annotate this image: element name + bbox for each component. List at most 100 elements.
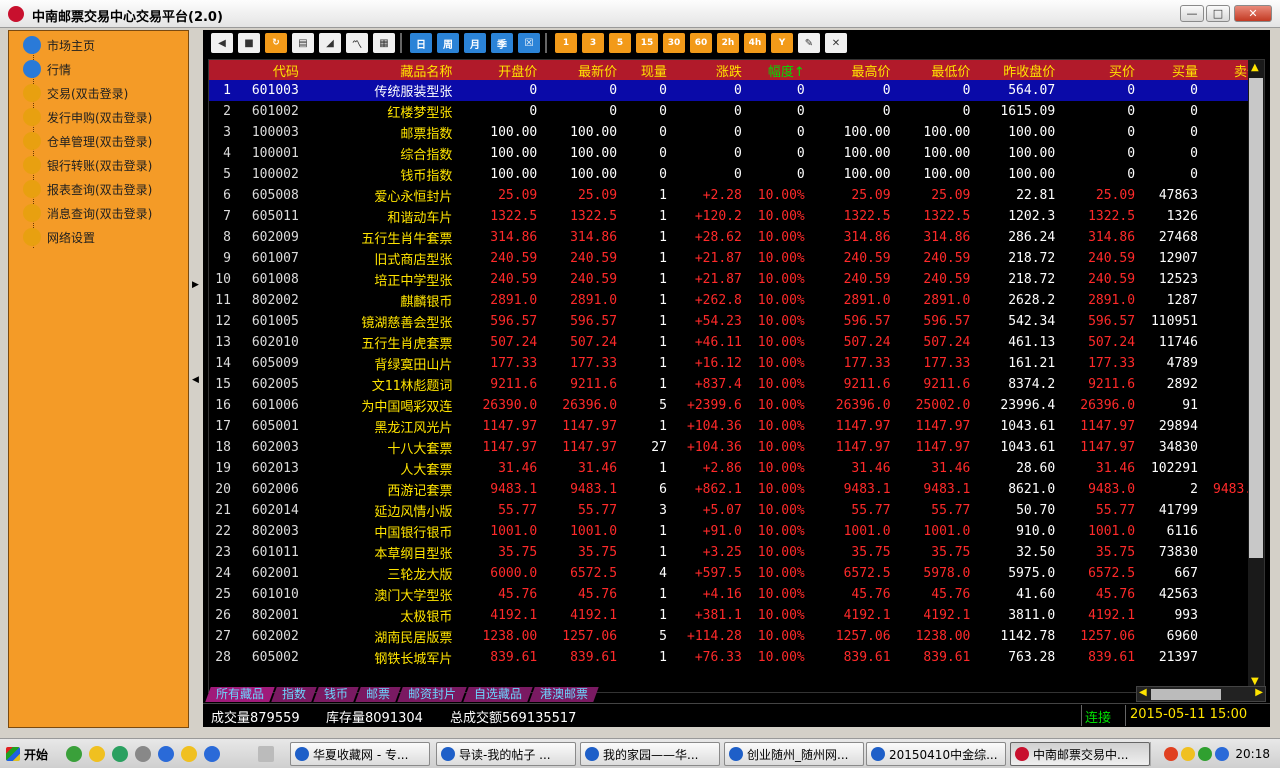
app-icon[interactable] — [112, 746, 128, 762]
refresh-icon[interactable]: ↻ — [265, 33, 287, 53]
day-icon[interactable]: 日 — [410, 33, 432, 53]
taskbar-item[interactable]: 华夏收藏网 - 专... — [290, 742, 430, 766]
sidebar-item-2[interactable]: 交易(双击登录) — [23, 82, 128, 104]
column-header[interactable]: 最低价 — [894, 60, 975, 80]
table-row[interactable]: 7 605011 和谐动车片 1322.5 1322.5 1 +120.2 10.00% 132… — [209, 206, 1264, 227]
tab-0[interactable]: 所有藏品 — [205, 687, 275, 702]
table-row[interactable]: 28 605002 钢铁长城军片 839.61 839.61 1 +76.33 10.00% 8… — [209, 647, 1264, 668]
collapse-arrow-icon[interactable]: ▶ — [192, 280, 199, 290]
table-row[interactable]: 11 802002 麒麟银币 2891.0 2891.0 1 +262.8 10.00% 289… — [209, 290, 1264, 311]
tools-icon[interactable]: ✕ — [825, 33, 847, 53]
sidebar-item-0[interactable]: 市场主页 — [23, 34, 95, 56]
year-icon[interactable]: ☒ — [518, 33, 540, 53]
table-row[interactable]: 18 602003 十八大套票 1147.97 1147.97 27 +104.36 10.0… — [209, 437, 1264, 458]
table-row[interactable]: 25 601010 澳门大学型张 45.76 45.76 1 +4.16 10.00% 45.7… — [209, 584, 1264, 605]
scroll-right-icon[interactable]: ▶ — [1255, 687, 1263, 698]
tray-icon[interactable] — [1164, 747, 1179, 761]
pencil-icon[interactable]: ✎ — [798, 33, 820, 53]
period-2h-icon[interactable]: 2h — [717, 33, 739, 53]
show-desktop-icon[interactable] — [258, 746, 274, 762]
period-3-icon[interactable]: 3 — [582, 33, 604, 53]
scroll-up-icon[interactable]: ▲ — [1251, 62, 1259, 73]
period-4h-icon[interactable]: 4h — [744, 33, 766, 53]
expand-arrow-icon[interactable]: ◀ — [192, 375, 199, 385]
column-header[interactable]: 开盘价 — [456, 60, 542, 80]
column-header[interactable]: 最新价 — [541, 60, 622, 80]
calendar-icon[interactable]: ▦ — [373, 33, 395, 53]
table-row[interactable]: 19 602013 人大套票 31.46 31.46 1 +2.86 10.00% 31.46 3… — [209, 458, 1264, 479]
clipboard-icon[interactable]: ▤ — [292, 33, 314, 53]
qq-icon[interactable] — [181, 746, 197, 762]
table-row[interactable]: 24 602001 三轮龙大版 6000.0 6572.5 4 +597.5 10.00% 65… — [209, 563, 1264, 584]
tab-3[interactable]: 邮票 — [355, 687, 401, 702]
tab-6[interactable]: 港澳邮票 — [529, 687, 599, 702]
maximize-button[interactable]: □ — [1206, 5, 1230, 22]
month-icon[interactable]: 月 — [464, 33, 486, 53]
close-button[interactable]: ✕ — [1234, 5, 1272, 22]
column-header[interactable]: 现量 — [621, 60, 671, 80]
column-header[interactable]: 藏品名称 — [302, 60, 457, 80]
table-row[interactable]: 5 100002 钱币指数 100.00 100.00 0 0 0 100.00 100.00 10… — [209, 164, 1264, 185]
table-row[interactable]: 17 605001 黑龙江风光片 1147.97 1147.97 1 +104.36 10.0… — [209, 416, 1264, 437]
tray-icon[interactable] — [1181, 747, 1196, 761]
table-row[interactable]: 27 602002 湖南民居版票 1238.00 1257.06 5 +114.28 10.0… — [209, 626, 1264, 647]
tab-4[interactable]: 邮资封片 — [397, 687, 467, 702]
minimize-button[interactable]: — — [1180, 5, 1204, 22]
back-icon[interactable]: ◀ — [211, 33, 233, 53]
scroll-left-icon[interactable]: ◀ — [1139, 687, 1147, 698]
qq-icon[interactable] — [89, 746, 105, 762]
table-row[interactable]: 3 100003 邮票指数 100.00 100.00 0 0 0 100.00 100.00 10… — [209, 122, 1264, 143]
chart-icon[interactable]: ◢ — [319, 33, 341, 53]
tab-1[interactable]: 指数 — [271, 687, 317, 702]
taskbar-item[interactable]: 创业随州_随州网... — [724, 742, 864, 766]
browser-icon[interactable] — [66, 746, 82, 762]
tray-icon[interactable] — [1198, 747, 1213, 761]
taskbar-item[interactable]: 导读-我的帖子 ... — [436, 742, 576, 766]
table-row[interactable]: 6 605008 爱心永恒封片 25.09 25.09 1 +2.28 10.00% 25.09… — [209, 185, 1264, 206]
ie-icon[interactable] — [158, 746, 174, 762]
column-header[interactable] — [209, 60, 235, 80]
period-15-icon[interactable]: 15 — [636, 33, 658, 53]
table-row[interactable]: 20 602006 西游记套票 9483.1 9483.1 6 +862.1 10.00% 94… — [209, 479, 1264, 500]
column-header[interactable]: 买价 — [1059, 60, 1140, 80]
table-row[interactable]: 26 802001 太极银币 4192.1 4192.1 1 +381.1 10.00% 419… — [209, 605, 1264, 626]
table-row[interactable]: 16 601006 为中国喝彩双连 26390.0 26396.0 5 +2399.6 10.… — [209, 395, 1264, 416]
tab-5[interactable]: 自选藏品 — [463, 687, 533, 702]
vertical-scrollbar[interactable]: ▲ ▼ — [1248, 60, 1264, 692]
table-row[interactable]: 21 602014 延边风情小版 55.77 55.77 3 +5.07 10.00% 55.7… — [209, 500, 1264, 521]
settings-icon[interactable] — [135, 746, 151, 762]
table-row[interactable]: 15 602005 文11林彪题词 9211.6 9211.6 1 +837.4 10.00%… — [209, 374, 1264, 395]
period-1-icon[interactable]: 1 — [555, 33, 577, 53]
taskbar-item[interactable]: 中南邮票交易中... — [1010, 742, 1150, 766]
table-row[interactable]: 4 100001 综合指数 100.00 100.00 0 0 0 100.00 100.00 10… — [209, 143, 1264, 164]
column-header[interactable]: 买量 — [1139, 60, 1202, 80]
week-icon[interactable]: 周 — [437, 33, 459, 53]
sidebar-item-3[interactable]: 发行申购(双击登录) — [23, 106, 152, 128]
column-header[interactable]: 昨收盘价 — [974, 60, 1060, 80]
horizontal-scrollbar[interactable]: ◀ ▶ — [1136, 686, 1266, 702]
taskbar-item[interactable]: 我的家园——华... — [580, 742, 720, 766]
sidebar-item-7[interactable]: 消息查询(双击登录) — [23, 202, 152, 224]
table-row[interactable]: 8 602009 五行生肖牛套票 314.86 314.86 1 +28.62 10.00% 3… — [209, 227, 1264, 248]
table-row[interactable]: 12 601005 镜湖慈善会型张 596.57 596.57 1 +54.23 10.00%… — [209, 311, 1264, 332]
period-5-icon[interactable]: 5 — [609, 33, 631, 53]
table-row[interactable]: 2601002红楼梦型张00000001615.09000 — [209, 101, 1264, 122]
filter-icon[interactable]: Y — [771, 33, 793, 53]
table-row[interactable]: 23 601011 本草纲目型张 35.75 35.75 1 +3.25 10.00% 35.7… — [209, 542, 1264, 563]
table-row[interactable]: 9 601007 旧式商店型张 240.59 240.59 1 +21.87 10.00% 24… — [209, 248, 1264, 269]
taskbar-item[interactable]: 20150410中金综... — [866, 742, 1006, 766]
sidebar-item-1[interactable]: 行情 — [23, 58, 71, 80]
column-header[interactable]: 涨跌 — [670, 60, 746, 80]
column-header[interactable]: 最高价 — [808, 60, 895, 80]
sidebar-item-8[interactable]: 网络设置 — [23, 226, 95, 248]
sidebar-item-6[interactable]: 报表查询(双击登录) — [23, 178, 152, 200]
splitter[interactable]: ▶ ◀ — [189, 30, 203, 728]
period-30-icon[interactable]: 30 — [663, 33, 685, 53]
start-button[interactable]: 开始 — [2, 742, 52, 766]
column-header[interactable]: 代码 — [234, 60, 303, 80]
scroll-thumb[interactable] — [1249, 78, 1263, 558]
hscroll-thumb[interactable] — [1151, 689, 1221, 700]
cube-icon[interactable]: ■ — [238, 33, 260, 53]
table-row[interactable]: 14 605009 背绿寞田山片 177.33 177.33 1 +16.12 10.00% 1… — [209, 353, 1264, 374]
ie-icon[interactable] — [204, 746, 220, 762]
